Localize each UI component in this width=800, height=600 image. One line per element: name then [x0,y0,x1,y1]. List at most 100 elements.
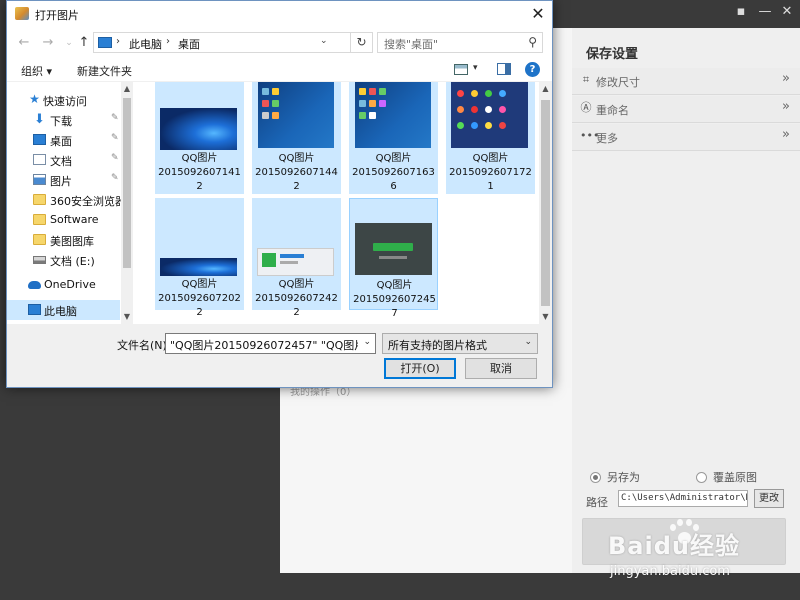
filename-input[interactable]: "QQ图片20150926072457" "QQ图片2015 ⌄ [165,333,376,354]
setting-rename[interactable]: Ⓐ 重命名 » [572,96,800,123]
pin-icon: ✎ [111,153,119,163]
save-settings-panel: 保存设置 ⌗ 修改尺寸 » Ⓐ 重命名 » ••• 更多 » 另存为 覆盖原图 … [572,28,800,573]
overwrite-radio[interactable]: 覆盖原图 [696,469,757,485]
file-name-line: QQ图片 [181,279,218,290]
image-thumbnail [160,258,237,276]
dialog-close-icon[interactable]: ✕ [527,3,549,25]
save-as-radio[interactable]: 另存为 [590,469,640,485]
drive-icon [33,256,46,264]
open-button[interactable]: 打开(O) [384,358,456,379]
nav-item-label: 美图图库 [50,235,94,248]
file-name-line: 1 [487,181,494,192]
file-name-line: 2 [293,307,300,318]
nav-folder-software[interactable]: Software [7,210,120,230]
file-item[interactable]: QQ图片 2015092607141 2 [155,82,244,194]
navigation-pane: ★ 快速访问 ⬇ 下载 ✎ 桌面 ✎ 文档 ✎ 图片 ✎ 360安全浏览器 So… [7,82,133,324]
scroll-up-icon[interactable]: ▲ [121,84,133,93]
cancel-button[interactable]: 取消 [465,358,537,379]
change-view-icon[interactable] [454,64,468,75]
view-dropdown-icon[interactable]: ▾ [473,63,478,73]
nav-documents[interactable]: 文档 ✎ [7,150,120,170]
organize-button[interactable]: 组织 ▾ [21,63,52,79]
preview-pane-icon[interactable] [497,63,511,75]
file-name-line: 2 [196,307,203,318]
search-input[interactable]: 搜索"桌面" ⚲ [377,32,543,53]
file-item[interactable]: QQ图片 2015092607245 7 [349,198,438,319]
computer-icon [98,37,112,48]
file-list-scrollbar[interactable]: ▲ ▼ [539,82,552,324]
nav-drive-e[interactable]: 文档 (E:) [7,250,120,270]
document-icon [33,154,46,165]
image-thumbnail [258,82,334,148]
scroll-down-icon[interactable]: ▼ [121,312,133,321]
file-name-line: QQ图片 [376,280,413,291]
refresh-icon[interactable]: ↻ [350,32,373,53]
file-item[interactable]: QQ图片 2015092607202 2 [155,198,244,318]
nav-pane-scrollbar[interactable]: ▲ ▼ [121,82,133,324]
dialog-toolbar: 组织 ▾ 新建文件夹 ▾ ? [7,58,552,82]
breadcrumb-desktop[interactable]: 桌面 [178,36,200,52]
nav-folder-meitu[interactable]: 美图图库 [7,230,120,250]
setting-more[interactable]: ••• 更多 » [572,124,800,151]
nav-quick-access[interactable]: ★ 快速访问 [7,90,120,110]
expand-chevron-icon: » [782,99,790,114]
nav-desktop[interactable]: 桌面 ✎ [7,130,120,150]
breadcrumb-separator: › [116,36,120,47]
breadcrumb-this-pc[interactable]: 此电脑 [129,36,162,52]
filename-label: 文件名(N): [117,339,171,352]
new-folder-button[interactable]: 新建文件夹 [77,63,132,79]
help-icon[interactable]: ? [525,62,540,77]
crop-icon: ⌗ [582,73,590,86]
file-name-line: 7 [391,308,398,319]
address-dropdown-icon[interactable]: ⌄ [320,36,328,46]
chat-icon[interactable]: ▪ [730,2,752,22]
address-bar[interactable]: › 此电脑 › 桌面 ⌄ [93,32,353,53]
image-thumbnail [451,82,528,148]
file-item[interactable]: QQ图片 2015092607172 1 [446,82,535,194]
recent-locations-icon[interactable]: ⌄ [61,34,77,52]
pin-icon: ✎ [111,133,119,143]
nav-folder-360browser[interactable]: 360安全浏览器 [7,190,126,210]
dialog-titlebar: 打开图片 ✕ [7,1,552,28]
star-icon: ★ [29,92,40,106]
file-name-line: QQ图片 [278,153,315,164]
up-arrow-icon[interactable]: ↑ [76,34,92,52]
nav-onedrive[interactable]: OneDrive [7,275,120,295]
back-arrow-icon[interactable]: ← [16,34,32,52]
scroll-down-icon[interactable]: ▼ [539,312,552,321]
file-item[interactable]: QQ图片 2015092607144 2 [252,82,341,194]
file-name-line: 2 [293,181,300,192]
file-name-line: QQ图片 [181,153,218,164]
pin-icon: ✎ [111,113,119,123]
download-icon: ⬇ [34,112,45,127]
file-name-line: QQ图片 [375,153,412,164]
scroll-up-icon[interactable]: ▲ [539,84,552,93]
change-path-button[interactable]: 更改 [754,489,784,508]
file-item[interactable]: QQ图片 2015092607163 6 [349,82,438,194]
file-item[interactable]: QQ图片 2015092607242 2 [252,198,341,318]
file-name-line: 2015092607242 [255,293,338,304]
nav-downloads[interactable]: ⬇ 下载 ✎ [7,110,120,130]
filetype-select[interactable]: 所有支持的图片格式 ⌄ [382,333,538,354]
save-as-label: 另存为 [607,471,640,484]
filetype-dropdown-icon: ⌄ [524,337,532,347]
path-field[interactable]: C:\Users\Administrator\De: [618,490,748,507]
setting-resize[interactable]: ⌗ 修改尺寸 » [572,68,800,95]
minimize-icon[interactable]: — [754,2,776,22]
file-name-line: 2015092607163 [352,167,435,178]
nav-item-label: OneDrive [44,278,96,291]
nav-item-label: 文档 [50,155,72,168]
rename-icon: Ⓐ [580,101,592,114]
nav-item-label: 图片 [50,175,72,188]
scrollbar-thumb[interactable] [123,98,131,268]
forward-arrow-icon[interactable]: → [40,34,56,52]
save-button[interactable] [582,518,786,565]
filename-dropdown-icon[interactable]: ⌄ [363,337,371,347]
close-icon[interactable]: ✕ [776,2,798,22]
scrollbar-thumb[interactable] [541,100,550,306]
file-name-line: 2015092607144 [255,167,338,178]
picture-app-icon [15,7,29,20]
nav-pictures[interactable]: 图片 ✎ [7,170,120,190]
nav-this-pc[interactable]: 此电脑 [7,300,120,320]
file-name-line: 2015092607202 [158,293,241,304]
